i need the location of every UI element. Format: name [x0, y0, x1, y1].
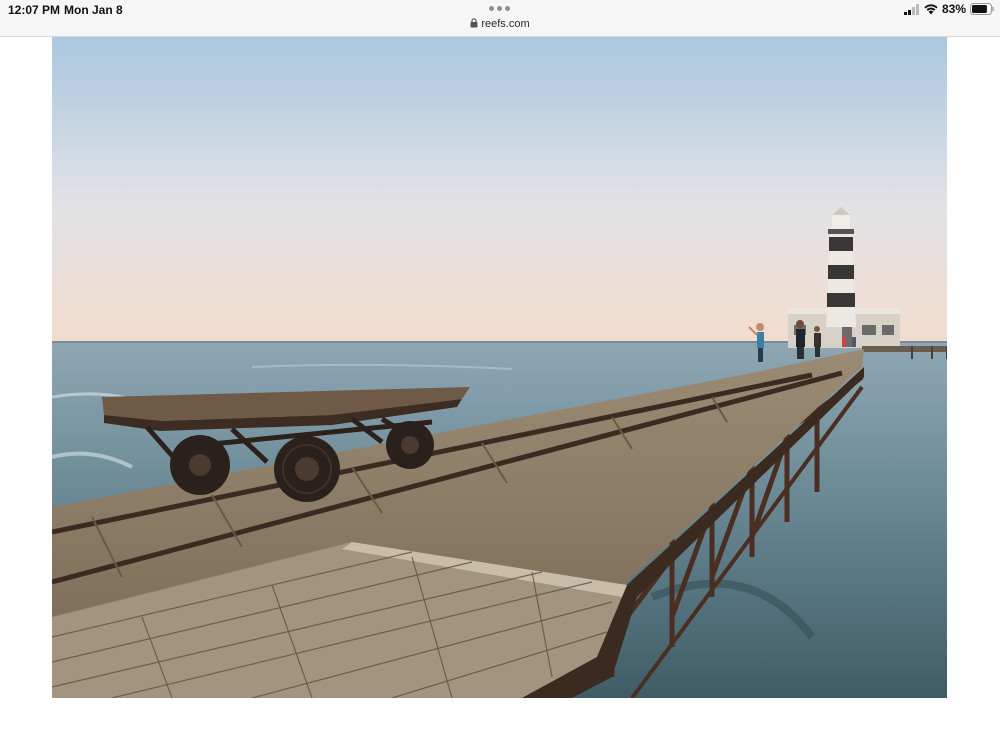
- pier-lighthouse-illustration: [52, 37, 947, 698]
- status-bar: 12:07 PM Mon Jan 8 reefs.com 83%: [0, 0, 1000, 37]
- lock-icon: [470, 18, 478, 28]
- status-time: 12:07 PM: [8, 3, 61, 17]
- more-dots-icon[interactable]: [488, 5, 512, 13]
- hero-photo: [52, 37, 947, 698]
- status-date: Mon Jan 8: [64, 3, 123, 17]
- wifi-icon: [924, 3, 938, 14]
- url-text: reefs.com: [481, 18, 530, 30]
- sky: [52, 37, 947, 343]
- battery-icon: [970, 3, 994, 15]
- cellular-signal-icon: [903, 3, 919, 15]
- battery-percent: 83%: [941, 2, 966, 16]
- address-bar[interactable]: reefs.com: [0, 18, 1000, 34]
- status-indicators: 83%: [903, 2, 994, 16]
